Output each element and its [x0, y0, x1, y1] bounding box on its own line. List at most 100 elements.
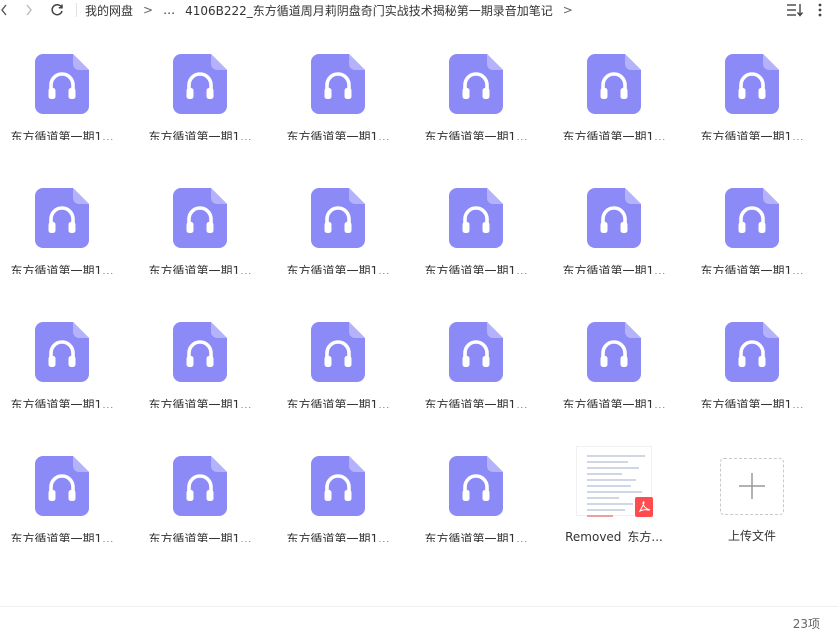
file-name: 东方循道第一期1... [700, 130, 804, 140]
file-tile-audio[interactable]: 东方循道第一期1... [692, 30, 812, 140]
file-tile-audio[interactable]: 东方循道第一期1... [140, 30, 260, 140]
headphones-icon [725, 54, 779, 114]
file-tile-audio[interactable]: 东方循道第一期1... [278, 30, 398, 140]
file-tile-pdf[interactable]: Removed_东方... [554, 432, 674, 542]
status-bar: 23项 [0, 606, 838, 631]
audio-file-icon [173, 456, 227, 516]
chevron-left-icon [1, 4, 7, 16]
chevron-right-icon [26, 4, 32, 16]
file-name: 东方循道第一期1... [424, 398, 528, 408]
file-tile-audio[interactable]: 东方循道第一期1... [140, 164, 260, 274]
headphones-icon [35, 54, 89, 114]
more-button[interactable] [812, 2, 828, 18]
headphones-icon [311, 54, 365, 114]
pdf-icon [635, 496, 653, 517]
file-tile-audio[interactable]: 东方循道第一期1... [554, 298, 674, 408]
file-name: 东方循道第一期1... [286, 264, 390, 274]
file-tile-audio[interactable]: 东方循道第一期1... [2, 164, 122, 274]
file-tile-audio[interactable]: 东方循道第一期1... [692, 298, 812, 408]
audio-file-icon [311, 188, 365, 248]
file-tile-audio[interactable]: 东方循道第一期1... [278, 164, 398, 274]
file-name: 东方循道第一期1... [10, 264, 114, 274]
breadcrumb-separator: > [143, 3, 154, 17]
audio-file-icon [725, 322, 779, 382]
audio-file-icon [173, 322, 227, 382]
sort-button[interactable] [786, 2, 804, 18]
audio-file-icon [311, 456, 365, 516]
file-name: 东方循道第一期1... [562, 398, 666, 408]
file-name: 东方循道第一期1... [10, 130, 114, 140]
file-name: 东方循道第一期1... [700, 264, 804, 274]
refresh-button[interactable] [46, 0, 68, 20]
file-tile-audio[interactable]: 东方循道第一期1... [416, 432, 536, 542]
headphones-icon [587, 188, 641, 248]
file-name: 东方循道第一期1... [562, 130, 666, 140]
file-tile-audio[interactable]: 东方循道第一期1... [692, 164, 812, 274]
upload-label: 上传文件 [727, 528, 776, 542]
audio-file-icon [449, 456, 503, 516]
more-vertical-icon [818, 3, 822, 17]
headphones-icon [35, 456, 89, 516]
file-name: 东方循道第一期1... [286, 532, 390, 542]
audio-file-icon [311, 322, 365, 382]
file-name: 东方循道第一期1... [562, 264, 666, 274]
audio-file-icon [35, 188, 89, 248]
audio-file-icon [587, 54, 641, 114]
headphones-icon [449, 322, 503, 382]
file-name: 东方循道第一期1... [148, 130, 252, 140]
headphones-icon [587, 322, 641, 382]
toolbar-divider [76, 3, 77, 17]
breadcrumb-separator[interactable]: > [563, 3, 573, 17]
headphones-icon [311, 188, 365, 248]
headphones-icon [173, 322, 227, 382]
file-name: 东方循道第一期1... [286, 130, 390, 140]
file-name: 东方循道第一期1... [424, 532, 528, 542]
file-tile-audio[interactable]: 东方循道第一期1... [416, 298, 536, 408]
file-tile-audio[interactable]: 东方循道第一期1... [416, 30, 536, 140]
file-tile-audio[interactable]: 东方循道第一期1... [554, 164, 674, 274]
audio-file-icon [587, 322, 641, 382]
file-tile-audio[interactable]: 东方循道第一期1... [278, 298, 398, 408]
audio-file-icon [311, 54, 365, 114]
file-tile-audio[interactable]: 东方循道第一期1... [2, 298, 122, 408]
file-tile-audio[interactable]: 东方循道第一期1... [416, 164, 536, 274]
file-name: 东方循道第一期1... [10, 398, 114, 408]
audio-file-icon [449, 322, 503, 382]
toolbar: 我的网盘 > … 4106B222_东方循道周月莉阴盘奇门实战技术揭秘第一期录音… [0, 0, 838, 20]
forward-button[interactable] [18, 0, 40, 20]
file-tile-audio[interactable]: 东方循道第一期1... [140, 298, 260, 408]
pdf-thumbnail [576, 446, 653, 517]
file-tile-audio[interactable]: 东方循道第一期1... [140, 432, 260, 542]
file-tile-audio[interactable]: 东方循道第一期1... [2, 432, 122, 542]
headphones-icon [173, 54, 227, 114]
audio-file-icon [725, 188, 779, 248]
audio-file-icon [35, 54, 89, 114]
headphones-icon [35, 322, 89, 382]
file-name: 东方循道第一期1... [700, 398, 804, 408]
file-tile-audio[interactable]: 东方循道第一期1... [278, 432, 398, 542]
file-name: Removed_东方... [565, 529, 663, 542]
file-tile-audio[interactable]: 东方循道第一期1... [2, 30, 122, 140]
audio-file-icon [35, 322, 89, 382]
back-button[interactable] [0, 0, 10, 20]
file-name: 东方循道第一期1... [148, 398, 252, 408]
breadcrumb-root[interactable]: 我的网盘 [85, 2, 133, 19]
upload-button[interactable] [720, 458, 784, 515]
upload-tile[interactable]: 上传文件 [692, 432, 812, 542]
headphones-icon [173, 188, 227, 248]
headphones-icon [449, 54, 503, 114]
breadcrumb-current-folder[interactable]: 4106B222_东方循道周月莉阴盘奇门实战技术揭秘第一期录音加笔记 [185, 2, 553, 19]
plus-icon [739, 473, 765, 500]
headphones-icon [449, 456, 503, 516]
file-name: 东方循道第一期1... [424, 264, 528, 274]
audio-file-icon [35, 456, 89, 516]
headphones-icon [587, 54, 641, 114]
audio-file-icon [587, 188, 641, 248]
headphones-icon [725, 188, 779, 248]
headphones-icon [173, 456, 227, 516]
file-tile-audio[interactable]: 东方循道第一期1... [554, 30, 674, 140]
breadcrumb-ellipsis[interactable]: … [163, 3, 175, 17]
file-name: 东方循道第一期1... [286, 398, 390, 408]
audio-file-icon [173, 188, 227, 248]
file-name: 东方循道第一期1... [148, 532, 252, 542]
